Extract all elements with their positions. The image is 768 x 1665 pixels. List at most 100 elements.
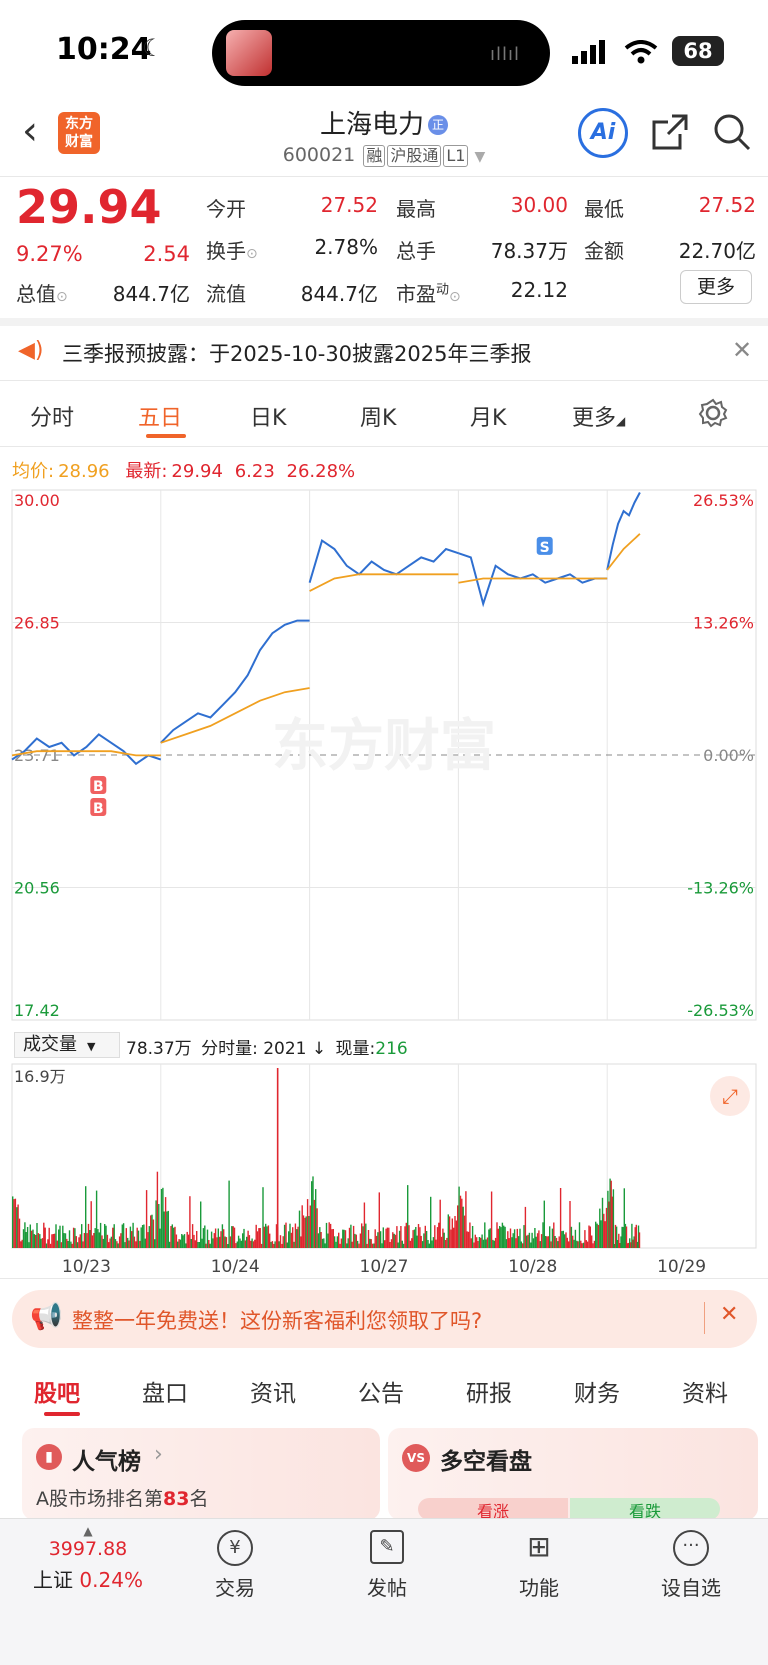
series-line-price xyxy=(308,539,459,583)
turnover-label: 换手⊙ xyxy=(206,239,258,263)
search-icon[interactable] xyxy=(712,112,752,152)
tab-finance[interactable]: 财务 xyxy=(574,1374,620,1408)
popularity-card[interactable]: ▮ 人气榜 › A股市场排名第83名 xyxy=(22,1428,380,1520)
tab-intraday[interactable]: 分时 xyxy=(30,400,74,432)
settings-gear-icon[interactable] xyxy=(698,398,728,428)
nav-add-watchlist[interactable]: ··· 设自选 xyxy=(646,1530,736,1601)
tab-weekly-k[interactable]: 周K xyxy=(360,400,396,432)
close-icon[interactable]: ✕ xyxy=(732,336,752,364)
nav-post[interactable]: ✎ 发帖 xyxy=(342,1530,432,1601)
volume-bar xyxy=(156,1171,159,1248)
volume-bar xyxy=(428,1243,430,1248)
volume-bar xyxy=(72,1227,75,1248)
volume-bar xyxy=(118,1236,121,1248)
more-button[interactable]: 更多 xyxy=(680,270,752,304)
current-volume: 216 xyxy=(375,1039,408,1059)
speaker-icon: ◀) xyxy=(18,338,44,363)
volume-bar xyxy=(297,1226,299,1248)
tab-guba[interactable]: 股吧 xyxy=(34,1374,80,1408)
nav-trade[interactable]: ¥ 交易 xyxy=(190,1530,280,1601)
close-icon[interactable]: ✕ xyxy=(720,1302,738,1327)
volume-bar xyxy=(388,1227,390,1248)
moon-icon: ☾ xyxy=(142,34,164,62)
volume-bar xyxy=(298,1210,301,1248)
volume-bar xyxy=(599,1208,601,1248)
promo-banner[interactable]: 📢 整整一年免费送！这份新客福利您领取了吗? ✕ xyxy=(12,1290,757,1348)
tab-news[interactable]: 资讯 xyxy=(250,1374,296,1408)
chevron-down-icon[interactable]: ▼ xyxy=(474,149,485,165)
volume-value: 78.37万 xyxy=(490,239,568,263)
volume-bar xyxy=(473,1242,475,1248)
expand-icon[interactable]: ⤢ xyxy=(710,1076,750,1116)
y-tick-right: 26.53% xyxy=(693,491,754,510)
volume-bar xyxy=(79,1234,81,1248)
volume-bar xyxy=(581,1243,583,1248)
vote-down-button[interactable]: 看跌 xyxy=(570,1498,720,1521)
volume-bar xyxy=(371,1243,374,1248)
volume-bar xyxy=(279,1235,282,1248)
index-ticker[interactable]: ▲ 3997.88 上证 0.24% xyxy=(18,1524,158,1593)
float-value: 844.7亿 xyxy=(300,282,378,306)
volume-bar xyxy=(563,1234,566,1248)
price-chart[interactable]: 30.00 26.53% 26.85 13.26% 23.71 0.00% 20.56 -13… xyxy=(0,488,768,1028)
volume-bar xyxy=(273,1243,275,1248)
volume-bar xyxy=(558,1236,560,1248)
volume-bar xyxy=(467,1231,470,1248)
volume-bar xyxy=(181,1234,183,1248)
vote-up-button[interactable]: 看涨 xyxy=(418,1498,568,1521)
y-tick-left: 26.85 xyxy=(14,614,60,633)
notice-bar[interactable]: ◀) 三季报预披露：于2025-10-30披露2025年三季报 ✕ xyxy=(0,326,768,378)
nav-functions[interactable]: ⊞ 功能 xyxy=(494,1530,584,1601)
volume-bar xyxy=(220,1231,222,1248)
share-icon[interactable] xyxy=(650,112,690,152)
volume-max-label: 16.9万 xyxy=(14,1067,66,1086)
tab-more[interactable]: 更多◢ xyxy=(572,400,625,432)
tab-pankou[interactable]: 盘口 xyxy=(142,1374,188,1408)
volume-bar xyxy=(20,1241,22,1248)
volume-bar xyxy=(125,1228,127,1248)
volume-bar xyxy=(87,1223,90,1248)
volume-bar xyxy=(140,1227,142,1248)
volume-bar xyxy=(554,1236,556,1248)
volume-bar xyxy=(351,1241,353,1248)
volume-bar xyxy=(377,1232,379,1248)
volume-bar xyxy=(41,1238,44,1248)
ai-button[interactable]: Ai xyxy=(578,108,628,158)
y-tick-left: 17.42 xyxy=(14,1001,60,1020)
indicator-select[interactable]: 成交量 ▼ xyxy=(14,1032,120,1058)
volume-bar xyxy=(108,1242,110,1248)
tab-profile[interactable]: 资料 xyxy=(682,1374,728,1408)
volume-bar xyxy=(482,1239,485,1248)
volume-bar xyxy=(206,1229,209,1248)
volume-bar xyxy=(358,1243,360,1248)
volume-bar xyxy=(158,1204,160,1248)
status-bar: 10:24 ☾ ıllıl 68 xyxy=(0,0,768,100)
tab-daily-k[interactable]: 日K xyxy=(250,400,286,432)
volume-bar xyxy=(233,1227,236,1248)
y-tick-left: 20.56 xyxy=(14,879,60,898)
volume-chart[interactable]: 16.9万 10/23 10/24 10/27 10/28 10/29 xyxy=(0,1062,768,1282)
trade-marker-label: B xyxy=(93,779,104,795)
x-axis-label: 10/23 xyxy=(62,1257,111,1277)
volume-bar xyxy=(185,1243,187,1248)
current-price: 29.94 xyxy=(16,180,162,234)
volume-bar xyxy=(536,1233,539,1248)
tab-announcements[interactable]: 公告 xyxy=(358,1374,404,1408)
volume-bar xyxy=(503,1225,505,1248)
change-pct: 9.27% xyxy=(16,242,83,266)
volume-bar xyxy=(526,1235,528,1248)
bull-bear-card[interactable]: VS 多空看盘 看涨 看跌 xyxy=(388,1428,758,1521)
tab-five-day[interactable]: 五日 xyxy=(138,400,182,432)
tab-research[interactable]: 研报 xyxy=(466,1374,512,1408)
volume-bar xyxy=(97,1229,99,1248)
tab-monthly-k[interactable]: 月K xyxy=(470,400,506,432)
mcap-label: 总值⊙ xyxy=(16,282,68,306)
volume-bar xyxy=(549,1226,551,1248)
volume-bar xyxy=(78,1237,80,1248)
low-label: 最低 xyxy=(584,197,624,221)
volume-bar xyxy=(28,1242,30,1248)
volume-bar xyxy=(577,1241,579,1248)
volume-bar xyxy=(81,1224,83,1248)
volume-bar xyxy=(462,1206,464,1248)
volume-bar xyxy=(91,1235,94,1248)
